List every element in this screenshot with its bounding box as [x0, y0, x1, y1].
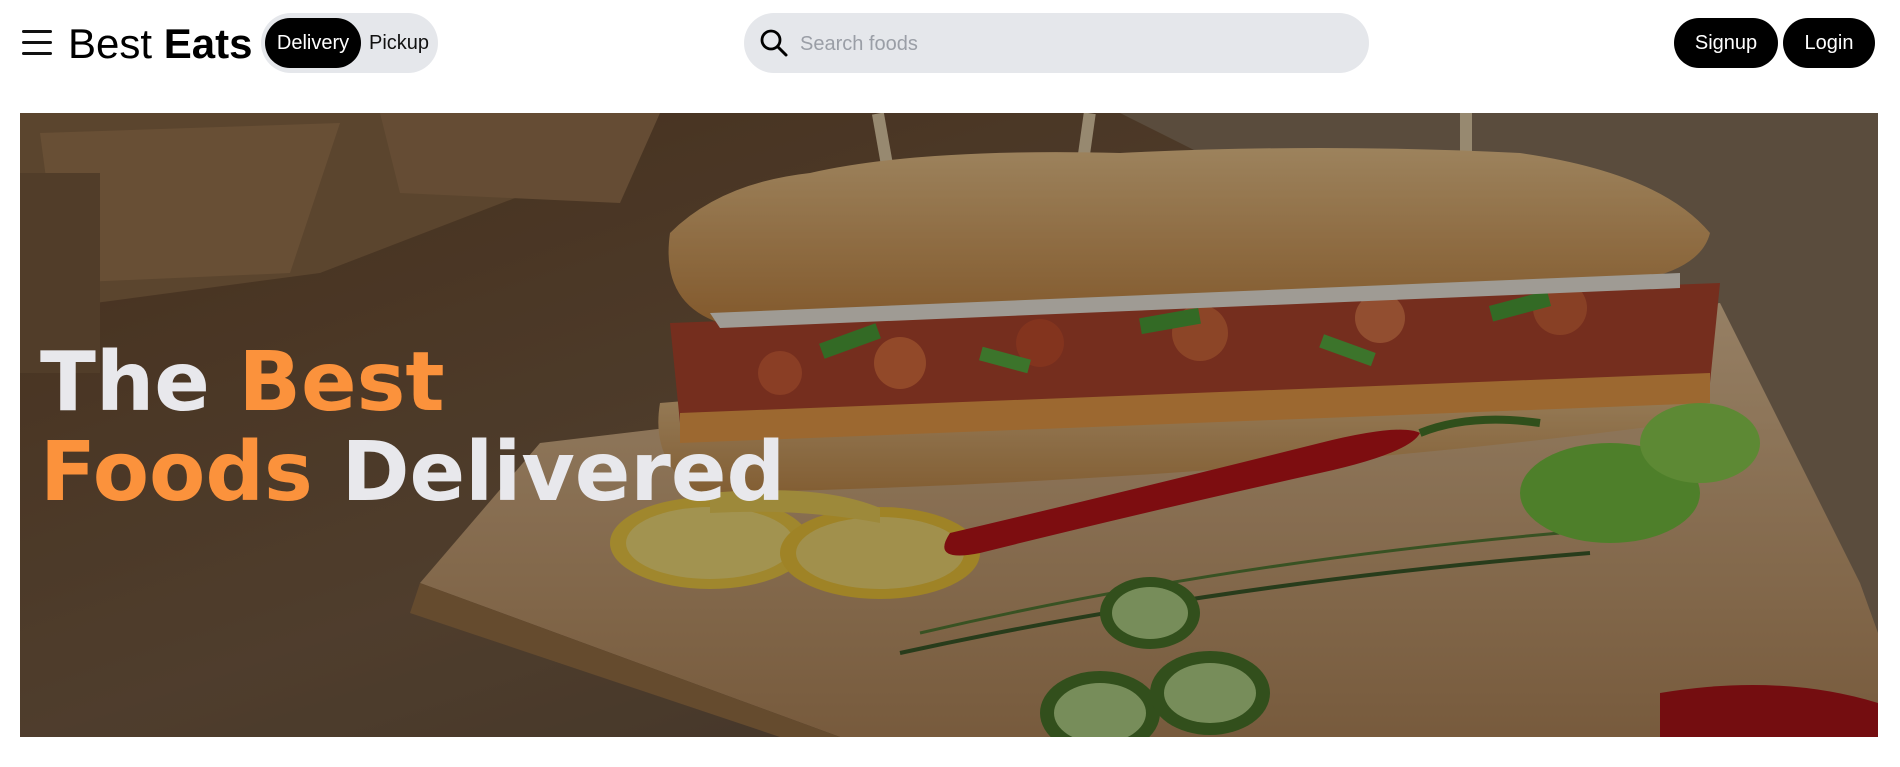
headline-foods: Foods [40, 425, 313, 520]
headline-best: Best [238, 335, 445, 430]
delivery-option[interactable]: Delivery [265, 18, 361, 68]
hero-banner: The Best Foods Delivered [20, 113, 1878, 737]
menu-icon[interactable] [22, 30, 52, 56]
search-bar [744, 13, 1369, 73]
search-icon[interactable] [758, 27, 790, 59]
headline-delivered: Delivered [341, 425, 786, 520]
top-navbar: Best Eats Delivery Pickup Signup Login [0, 0, 1900, 86]
brand-bold-text: Eats [163, 20, 253, 67]
brand-light-text: Best [68, 20, 153, 67]
pickup-option[interactable]: Pickup [363, 18, 435, 68]
delivery-pickup-toggle: Delivery Pickup [261, 13, 438, 73]
brand-logo[interactable]: Best Eats [68, 20, 252, 68]
signup-button[interactable]: Signup [1674, 18, 1778, 68]
login-button[interactable]: Login [1783, 18, 1875, 68]
headline-the: The [40, 335, 210, 430]
hero-headline: The Best Foods Delivered [40, 338, 785, 518]
search-input[interactable] [798, 25, 1352, 63]
